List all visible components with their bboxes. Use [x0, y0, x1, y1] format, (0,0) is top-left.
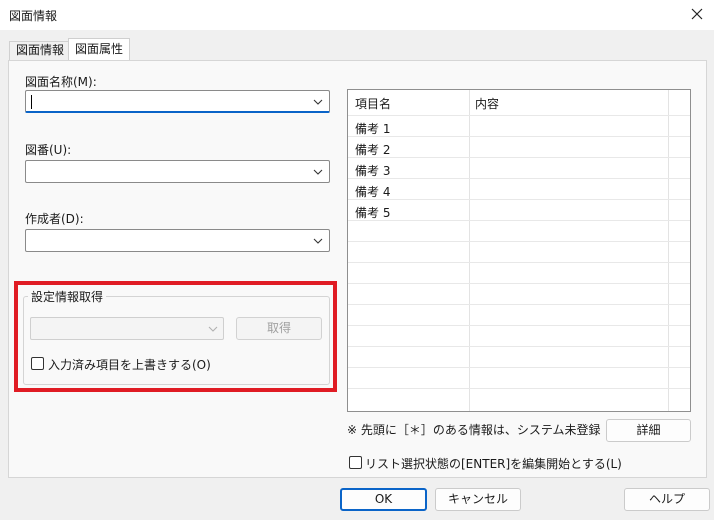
drawing-name-combo[interactable] — [25, 90, 330, 113]
ok-button[interactable]: OK — [340, 488, 427, 511]
grid-header: 項目名 内容 — [348, 90, 690, 114]
grid-column-divider — [668, 90, 669, 411]
help-button[interactable]: ヘルプ — [624, 488, 710, 511]
grid-line — [348, 388, 690, 389]
chevron-down-icon[interactable] — [311, 95, 325, 109]
table-row[interactable]: 備考 5 — [355, 204, 390, 221]
drawing-name-label: 図面名称(M): — [25, 75, 97, 89]
column-header-item-name[interactable]: 項目名 — [355, 95, 391, 112]
highlight-box — [14, 281, 337, 392]
text-caret — [31, 95, 32, 109]
grid-line — [348, 304, 690, 305]
grid-line — [348, 136, 690, 137]
title-bar: 図面情報 — [0, 0, 714, 30]
detail-button[interactable]: 詳細 — [606, 419, 691, 442]
grid-line — [348, 199, 690, 200]
tab-drawing-attributes[interactable]: 図面属性 — [68, 38, 131, 60]
author-label: 作成者(D): — [25, 212, 84, 226]
window-title: 図面情報 — [9, 9, 58, 23]
tab-drawing-info[interactable]: 図面情報 — [9, 41, 72, 60]
author-combo[interactable] — [25, 229, 330, 252]
close-icon — [691, 8, 703, 20]
chevron-down-icon[interactable] — [311, 165, 325, 179]
grid-line — [348, 157, 690, 158]
drawing-number-combo[interactable] — [25, 160, 330, 183]
grid-line — [348, 262, 690, 263]
grid-line — [348, 346, 690, 347]
grid-line — [348, 115, 690, 116]
table-row[interactable]: 備考 3 — [355, 162, 390, 179]
grid-line — [348, 325, 690, 326]
grid-line — [348, 283, 690, 284]
table-row[interactable]: 備考 2 — [355, 141, 390, 158]
grid-line — [348, 241, 690, 242]
cancel-button[interactable]: キャンセル — [435, 488, 521, 511]
close-button[interactable] — [686, 2, 708, 26]
attribute-grid[interactable]: 項目名 内容 備考 1 備考 2 備考 3 備考 4 備考 5 — [347, 89, 691, 412]
grid-line — [348, 220, 690, 221]
drawing-number-label: 図番(U): — [25, 143, 72, 157]
column-header-content[interactable]: 内容 — [475, 95, 499, 112]
table-row[interactable]: 備考 4 — [355, 183, 390, 200]
chevron-down-icon[interactable] — [311, 234, 325, 248]
enter-edit-checkbox[interactable] — [349, 456, 362, 469]
table-row[interactable]: 備考 1 — [355, 120, 390, 137]
unregistered-note: ※ 先頭に［＊］のある情報は、システム未登録 — [347, 423, 601, 437]
enter-edit-checkbox-label[interactable]: リスト選択状態の[ENTER]を編集開始とする(L) — [365, 455, 622, 472]
grid-line — [348, 178, 690, 179]
grid-line — [348, 367, 690, 368]
grid-column-divider — [469, 90, 470, 411]
